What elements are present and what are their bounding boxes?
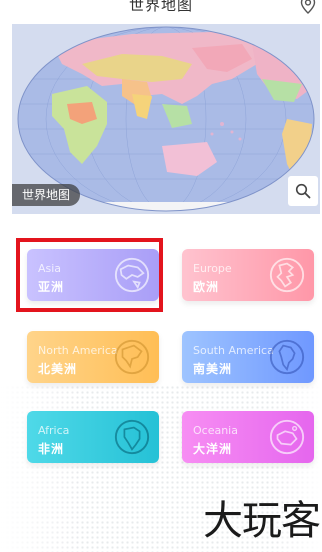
continent-name-cn: 欧洲: [193, 280, 220, 294]
globe-europe-icon: [269, 257, 305, 293]
page-title: 世界地图: [128, 0, 193, 14]
continent-name-cn: 非洲: [38, 442, 65, 456]
continent-name-en: Africa: [38, 424, 70, 437]
continent-card-north-america[interactable]: North America 北美洲: [27, 331, 159, 383]
continent-card-europe[interactable]: Europe 欧洲: [182, 249, 314, 301]
continent-card-africa[interactable]: Africa 非洲: [27, 411, 159, 463]
continent-name-cn: 北美洲: [38, 362, 78, 376]
globe-africa-icon: [114, 419, 150, 455]
watermark-text: 大玩客: [203, 498, 321, 544]
continent-name-en: Oceania: [193, 424, 238, 437]
search-icon: [295, 183, 311, 199]
continent-name-en: South America: [193, 344, 274, 357]
globe-north-america-icon: [114, 339, 150, 375]
location-pin-icon[interactable]: [298, 0, 318, 14]
continent-name-en: Europe: [193, 262, 232, 275]
continent-name-cn: 大洋洲: [193, 442, 233, 456]
selection-highlight: [16, 238, 163, 312]
globe-oceania-icon: [269, 419, 305, 455]
globe-south-america-icon: [269, 339, 305, 375]
continent-card-oceania[interactable]: Oceania 大洋洲: [182, 411, 314, 463]
continent-name-en: North America: [38, 344, 118, 357]
continent-name-cn: 南美洲: [193, 362, 233, 376]
header-bar: 世界地图: [0, 0, 322, 18]
continent-card-south-america[interactable]: South America 南美洲: [182, 331, 314, 383]
map-label: 世界地图: [12, 184, 81, 206]
search-button[interactable]: [288, 176, 318, 206]
world-map-card[interactable]: 世界地图: [12, 24, 320, 214]
